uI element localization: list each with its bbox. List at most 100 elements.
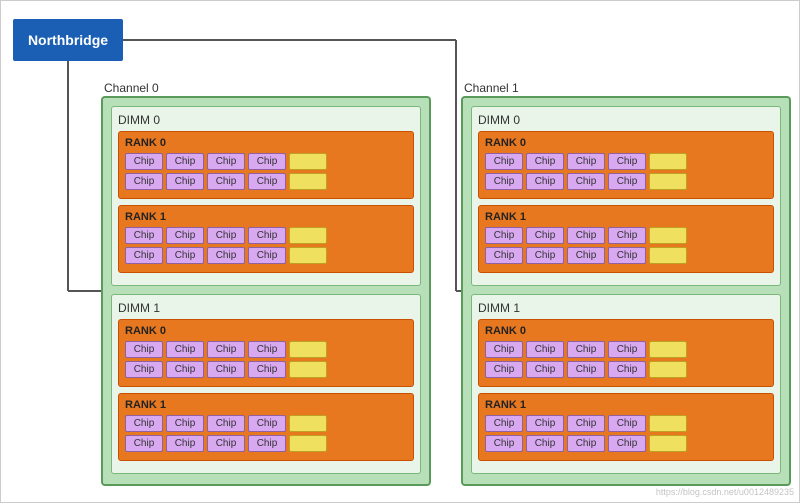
chip: Chip [207,247,245,264]
chip-yellow [649,361,687,378]
chip: Chip [485,173,523,190]
chip-yellow [649,173,687,190]
chip: Chip [567,435,605,452]
watermark: https://blog.csdn.net/u0012489235 [656,487,794,497]
chip: Chip [608,435,646,452]
channel-0-dimm-0: DIMM 0 RANK 0 Chip Chip Chip Chip Chip C… [111,106,421,286]
chip: Chip [485,247,523,264]
chip: Chip [125,341,163,358]
chip-row: Chip Chip Chip Chip [125,153,407,170]
chip: Chip [608,415,646,432]
channel-1-dimm-1-rank-1-label: RANK 1 [485,399,767,411]
chip: Chip [485,153,523,170]
chip: Chip [125,227,163,244]
chip: Chip [608,247,646,264]
chip: Chip [526,361,564,378]
chip-yellow [649,341,687,358]
channel-1-dimm-0-rank-1-label: RANK 1 [485,211,767,223]
chip: Chip [166,435,204,452]
chip: Chip [608,153,646,170]
channel-0-dimm-1-rank-0: RANK 0 Chip Chip Chip Chip Chip Chip Chi… [118,319,414,387]
chip: Chip [248,435,286,452]
chip: Chip [248,247,286,264]
northbridge-box: Northbridge [13,19,123,61]
chip-yellow [289,415,327,432]
chip-yellow [289,361,327,378]
chip-yellow [289,247,327,264]
chip: Chip [207,227,245,244]
chip-row: Chip Chip Chip Chip [125,361,407,378]
chip: Chip [485,227,523,244]
chip: Chip [567,173,605,190]
chip: Chip [526,153,564,170]
chip: Chip [526,415,564,432]
chip: Chip [207,415,245,432]
northbridge-label: Northbridge [28,32,108,48]
chip: Chip [526,341,564,358]
chip: Chip [567,415,605,432]
chip: Chip [608,227,646,244]
chip: Chip [248,153,286,170]
channel-1-container: DIMM 0 RANK 0 Chip Chip Chip Chip Chip C… [461,96,791,486]
channel-0-dimm-0-rank-0: RANK 0 Chip Chip Chip Chip Chip Chip Chi… [118,131,414,199]
chip: Chip [608,341,646,358]
chip-row: Chip Chip Chip Chip [485,173,767,190]
chip-row: Chip Chip Chip Chip [485,247,767,264]
channel-1-label: Channel 1 [464,81,519,95]
chip: Chip [166,361,204,378]
chip: Chip [207,435,245,452]
channel-1-dimm-0-label: DIMM 0 [478,113,774,127]
chip: Chip [125,247,163,264]
chip-row: Chip Chip Chip Chip [125,341,407,358]
chip-row: Chip Chip Chip Chip [485,341,767,358]
chip: Chip [567,153,605,170]
chip: Chip [207,341,245,358]
channel-0-dimm-0-rank-1-label: RANK 1 [125,211,407,223]
channel-0-dimm-0-label: DIMM 0 [118,113,414,127]
channel-0-dimm-1-rank-1-label: RANK 1 [125,399,407,411]
chip: Chip [485,415,523,432]
chip: Chip [166,415,204,432]
chip-row: Chip Chip Chip Chip [485,227,767,244]
chip-row: Chip Chip Chip Chip [125,227,407,244]
chip: Chip [125,361,163,378]
chip: Chip [567,227,605,244]
chip: Chip [608,173,646,190]
chip: Chip [125,415,163,432]
chip: Chip [166,173,204,190]
chip-yellow [649,415,687,432]
chip: Chip [248,361,286,378]
chip-yellow [289,341,327,358]
channel-1-dimm-1-label: DIMM 1 [478,301,774,315]
channel-1-dimm-1-rank-1: RANK 1 Chip Chip Chip Chip Chip Chip Chi… [478,393,774,461]
chip-row: Chip Chip Chip Chip [485,435,767,452]
chip-yellow [649,435,687,452]
chip-yellow [289,227,327,244]
chip-yellow [649,227,687,244]
chip-row: Chip Chip Chip Chip [125,247,407,264]
channel-0-dimm-0-rank-1: RANK 1 Chip Chip Chip Chip Chip Chip Chi… [118,205,414,273]
chip: Chip [207,361,245,378]
chip: Chip [248,341,286,358]
chip-row: Chip Chip Chip Chip [125,415,407,432]
chip: Chip [166,153,204,170]
chip: Chip [485,435,523,452]
chip-row: Chip Chip Chip Chip [125,435,407,452]
channel-1-dimm-1-rank-0: RANK 0 Chip Chip Chip Chip Chip Chip Chi… [478,319,774,387]
chip-row: Chip Chip Chip Chip [485,415,767,432]
channel-0-label: Channel 0 [104,81,159,95]
channel-1-dimm-0-rank-1: RANK 1 Chip Chip Chip Chip Chip Chip Chi… [478,205,774,273]
chip: Chip [567,361,605,378]
chip-yellow [289,173,327,190]
channel-1-dimm-0-rank-0: RANK 0 Chip Chip Chip Chip Chip Chip Chi… [478,131,774,199]
channel-0-dimm-1: DIMM 1 RANK 0 Chip Chip Chip Chip Chip C… [111,294,421,474]
channel-1-dimm-1-rank-0-label: RANK 0 [485,325,767,337]
chip: Chip [485,341,523,358]
channel-0-dimm-1-label: DIMM 1 [118,301,414,315]
chip: Chip [526,247,564,264]
channel-1-dimm-0: DIMM 0 RANK 0 Chip Chip Chip Chip Chip C… [471,106,781,286]
chip: Chip [166,227,204,244]
chip: Chip [125,435,163,452]
chip: Chip [166,341,204,358]
channel-1-dimm-1: DIMM 1 RANK 0 Chip Chip Chip Chip Chip C… [471,294,781,474]
